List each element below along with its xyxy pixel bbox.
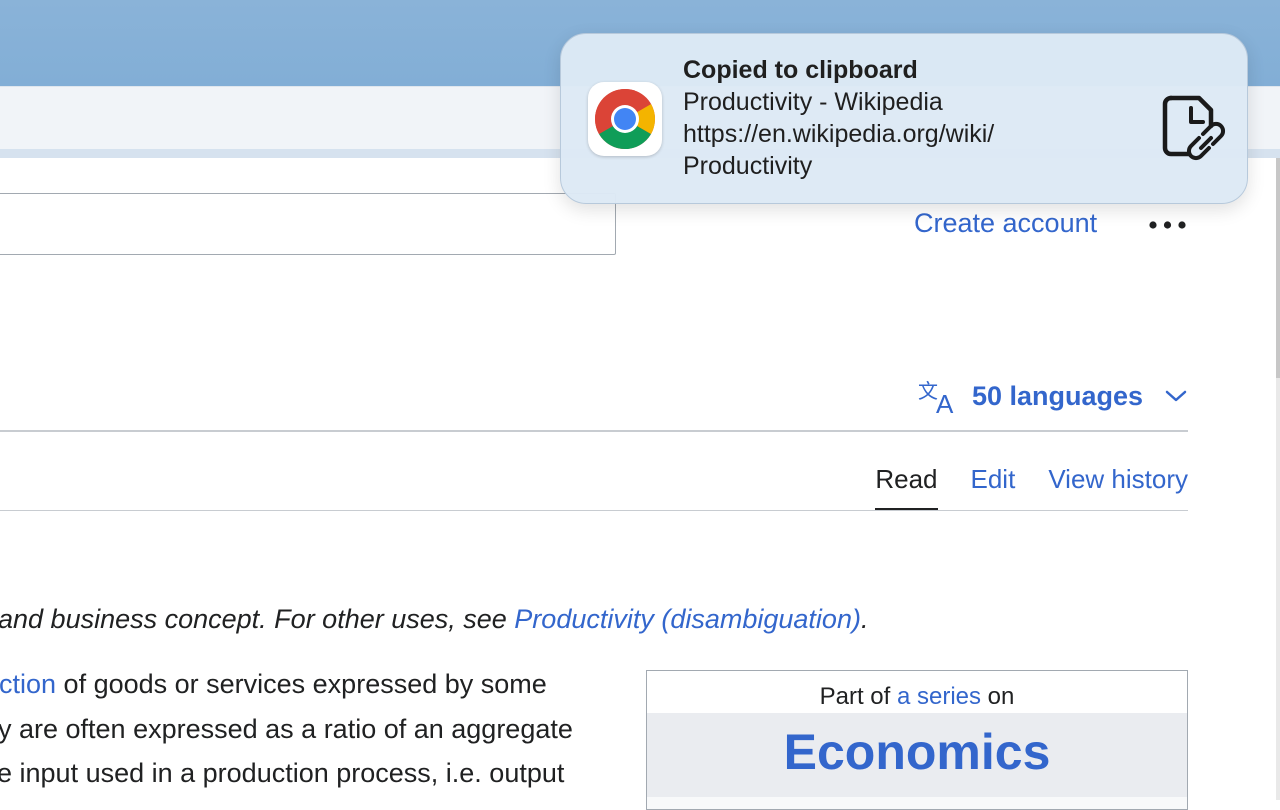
part-of-suffix: on <box>981 683 1015 710</box>
hatnote-suffix: . <box>860 604 869 634</box>
infobox-part-of: Part of a series on <box>647 671 1187 713</box>
notification-page-title: Productivity - Wikipedia <box>683 88 943 116</box>
wiki-search-input[interactable] <box>0 193 616 255</box>
notification-url-continued: Productivity <box>683 152 813 180</box>
languages-button[interactable]: 文 A 50 languages <box>918 376 1189 416</box>
tab-view-history[interactable]: View history <box>1048 464 1188 495</box>
body-link[interactable]: ction <box>0 669 56 699</box>
divider <box>0 430 1188 432</box>
series-link[interactable]: a series <box>897 683 981 710</box>
svg-text:文: 文 <box>918 379 938 403</box>
notification-text: Copied to clipboard Productivity - Wikip… <box>683 54 994 182</box>
tab-read[interactable]: Read <box>875 464 938 511</box>
part-of-prefix: Part of <box>819 683 897 710</box>
clipboard-link-icon <box>1162 95 1226 161</box>
svg-text:A: A <box>936 389 954 414</box>
page-tabs: Read Edit View history <box>875 464 1188 511</box>
body-line: ction of goods or services expressed by … <box>0 662 620 707</box>
more-options-button[interactable] <box>1148 208 1188 245</box>
economics-infobox: Part of a series on Economics <box>646 670 1188 810</box>
clipboard-notification[interactable]: Copied to clipboard Productivity - Wikip… <box>560 33 1248 204</box>
hatnote: and business concept. For other uses, se… <box>0 604 868 635</box>
chrome-icon <box>594 88 656 150</box>
hatnote-text: and business concept. For other uses, se… <box>0 604 515 634</box>
divider <box>0 510 1188 511</box>
more-horizontal-icon <box>1149 221 1186 229</box>
body-line: e input used in a production process, i.… <box>0 751 620 796</box>
body-text: e input used in a production process, i.… <box>0 758 565 788</box>
body-text: of goods or services expressed by some <box>56 669 547 699</box>
page-scrollbar[interactable] <box>1276 158 1280 800</box>
notification-title: Copied to clipboard <box>683 56 918 84</box>
disambiguation-link[interactable]: Productivity (disambiguation) <box>514 604 861 634</box>
languages-label: 50 languages <box>972 380 1144 411</box>
body-text: y are often expressed as a ratio of an a… <box>0 713 573 744</box>
infobox-title[interactable]: Economics <box>647 723 1187 781</box>
translate-icon: 文 A <box>918 379 954 414</box>
chevron-down-icon <box>1165 390 1187 402</box>
chrome-icon-container <box>588 82 662 156</box>
notification-url: https://en.wikipedia.org/wiki/ <box>683 120 995 148</box>
scrollbar-thumb[interactable] <box>1276 158 1280 378</box>
tab-edit[interactable]: Edit <box>971 464 1016 495</box>
clipboard-action[interactable] <box>1159 92 1229 167</box>
create-account-link[interactable]: Create account <box>914 208 1097 239</box>
body-line: y are often expressed as a ratio of an a… <box>0 707 620 752</box>
article-body: ction of goods or services expressed by … <box>0 662 620 796</box>
